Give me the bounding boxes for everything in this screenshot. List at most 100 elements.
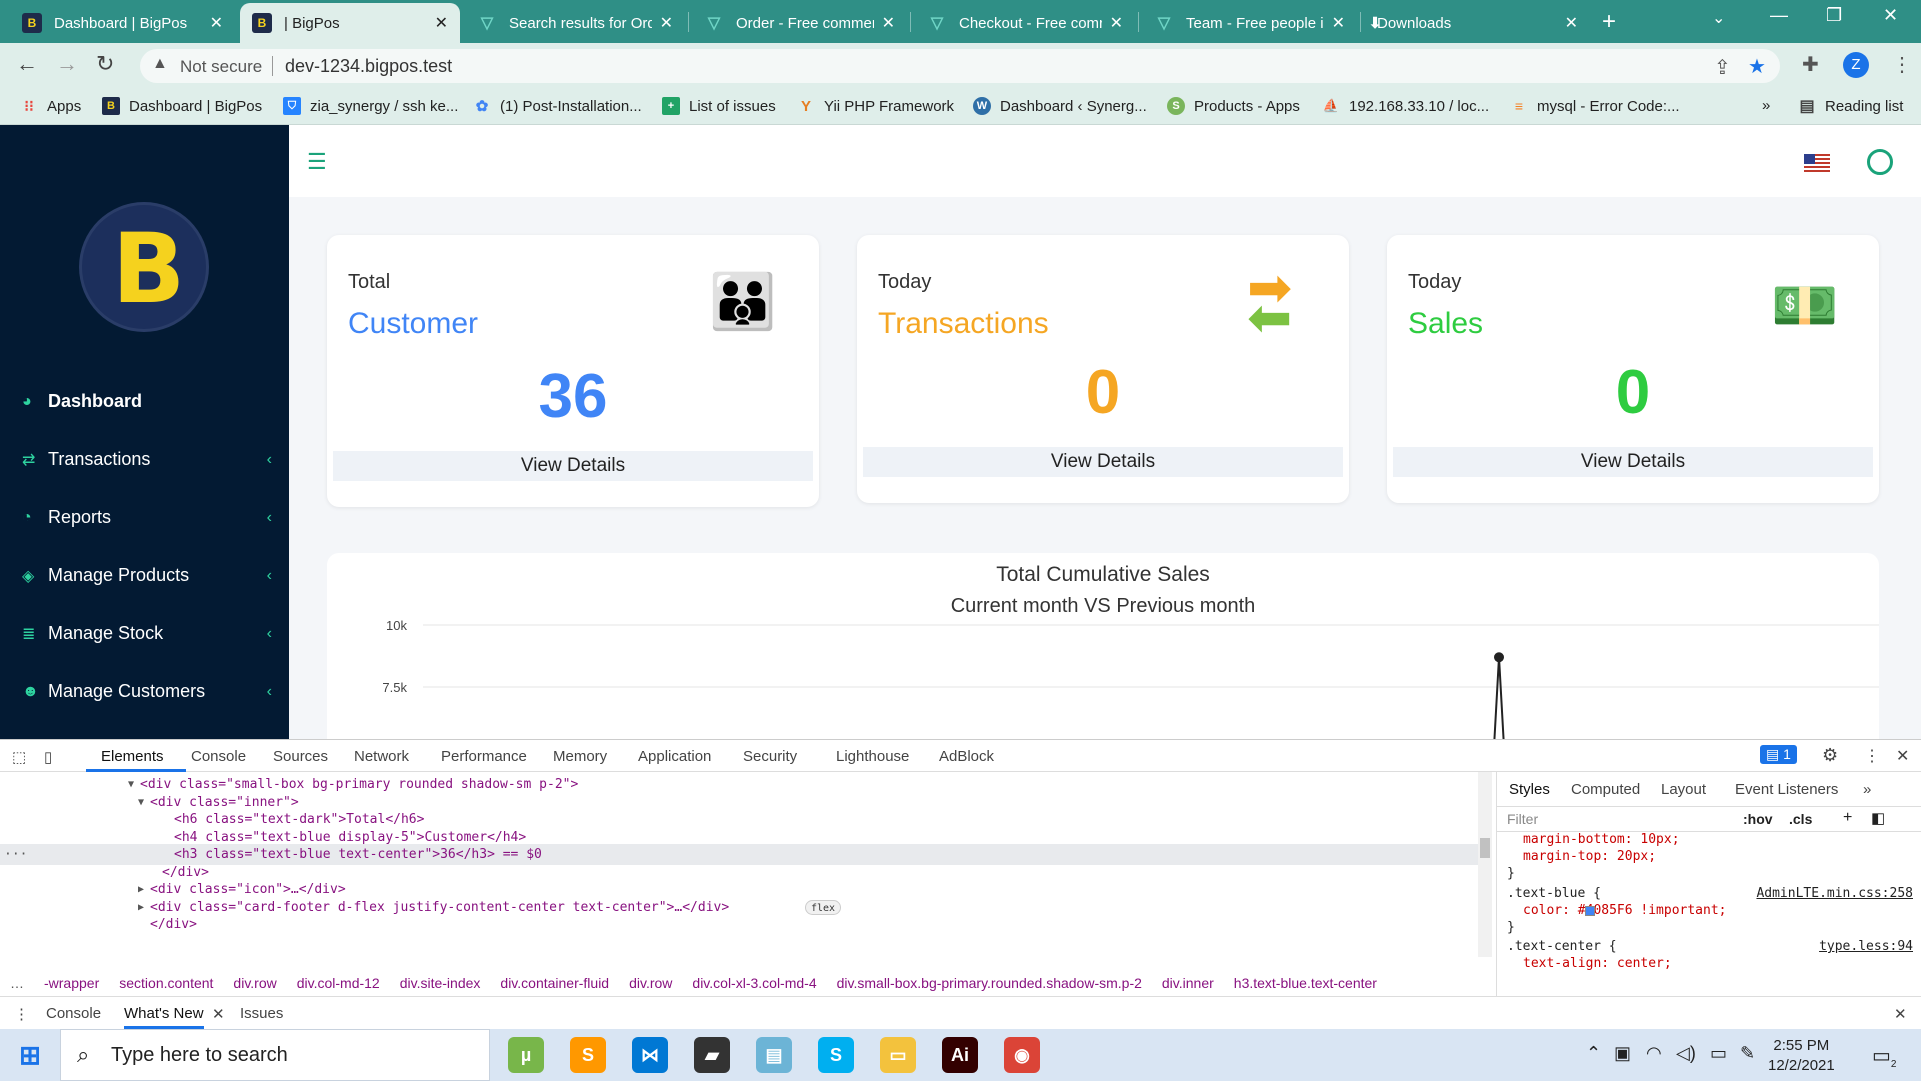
- profile-avatar[interactable]: Z: [1843, 52, 1869, 78]
- new-tab-icon[interactable]: +: [1602, 8, 1616, 36]
- toggle-sidebar-icon[interactable]: ◧: [1871, 809, 1885, 827]
- devtools-tab-elements[interactable]: Elements: [101, 748, 164, 765]
- warning-icon[interactable]: ▲: [152, 55, 168, 73]
- breadcrumb-item[interactable]: div.container-fluid: [500, 975, 609, 991]
- breadcrumb-item[interactable]: -wrapper: [44, 975, 99, 991]
- data-point[interactable]: [1494, 652, 1504, 663]
- tray-chevron-icon[interactable]: ⌃: [1586, 1043, 1601, 1064]
- back-icon[interactable]: ←: [16, 51, 38, 77]
- styles-filter-input[interactable]: Filter :hov .cls + ◧: [1497, 806, 1921, 832]
- devtools-tab-security[interactable]: Security: [743, 748, 797, 765]
- close-icon[interactable]: ✕: [1110, 13, 1123, 33]
- close-icon[interactable]: ✕: [435, 13, 448, 33]
- devtools-tab-adblock[interactable]: AdBlock: [939, 748, 994, 765]
- minimize-icon[interactable]: —: [1770, 5, 1788, 26]
- vscode-icon[interactable]: ⋈: [632, 1037, 668, 1073]
- styles-tab-styles[interactable]: Styles: [1509, 781, 1550, 798]
- devtools-tab-performance[interactable]: Performance: [441, 748, 527, 765]
- bookmark-apps[interactable]: ⁝⁝ Apps: [20, 97, 81, 116]
- device-toolbar-icon[interactable]: ▯: [44, 748, 52, 766]
- network-adapter-icon[interactable]: ▣: [1614, 1043, 1631, 1064]
- devtools-tab-lighthouse[interactable]: Lighthouse: [836, 748, 909, 765]
- tab-order[interactable]: ▽ Order - Free commer ✕: [692, 3, 907, 43]
- devtools-tab-console[interactable]: Console: [191, 748, 246, 765]
- illustrator-icon[interactable]: Ai: [942, 1037, 978, 1073]
- devtools-tab-network[interactable]: Network: [354, 748, 409, 765]
- volume-icon[interactable]: ◁): [1676, 1043, 1696, 1064]
- taskbar-search[interactable]: ⌕ Type here to search: [60, 1029, 490, 1081]
- sidebar-item-manage-customers[interactable]: ☻ Manage Customers ‹: [22, 681, 272, 702]
- drawer-tab-whats-new[interactable]: What's New: [124, 1005, 204, 1029]
- settings-gear-icon[interactable]: ⚙: [1822, 745, 1838, 766]
- bookmark-post-installation[interactable]: ✿ (1) Post-Installation...: [473, 97, 642, 116]
- breadcrumb-item[interactable]: div.site-index: [400, 975, 481, 991]
- stylesheet-source-link[interactable]: type.less:94: [1819, 939, 1913, 954]
- breadcrumb-item[interactable]: div.small-box.bg-primary.rounded.shadow-…: [837, 975, 1142, 991]
- reload-icon[interactable]: ↻: [96, 51, 114, 77]
- battery-icon[interactable]: ▭: [1710, 1043, 1727, 1064]
- devtools-tab-memory[interactable]: Memory: [553, 748, 607, 765]
- hov-button[interactable]: :hov: [1743, 811, 1773, 827]
- drawer-menu-icon[interactable]: ⋮: [14, 1005, 29, 1023]
- windows-start-icon[interactable]: ⊞: [12, 1037, 48, 1073]
- breadcrumb-overflow-icon[interactable]: …: [10, 975, 24, 991]
- bookmark-mysql-error[interactable]: ≡ mysql - Error Code:...: [1510, 97, 1680, 115]
- devtools-close-icon[interactable]: ✕: [1896, 746, 1909, 766]
- utorrent-icon[interactable]: µ: [508, 1037, 544, 1073]
- devtools-menu-icon[interactable]: ⋮: [1864, 746, 1880, 766]
- issues-badge[interactable]: ▤ 1: [1760, 745, 1797, 764]
- close-icon[interactable]: ✕: [210, 13, 223, 33]
- tab-search-results[interactable]: ▽ Search results for Ord ✕: [465, 3, 685, 43]
- sublime-icon[interactable]: S: [570, 1037, 606, 1073]
- share-icon[interactable]: ⇪: [1714, 55, 1731, 80]
- breadcrumb-item[interactable]: div.inner: [1162, 975, 1214, 991]
- css-selector[interactable]: .text-center {: [1507, 939, 1617, 954]
- css-selector[interactable]: }: [1507, 866, 1515, 881]
- styles-tab-computed[interactable]: Computed: [1571, 781, 1640, 798]
- tab-downloads[interactable]: ⬇ Downloads ✕: [1365, 3, 1590, 43]
- sidebar-item-dashboard[interactable]: ◕ Dashboard: [22, 391, 272, 412]
- view-details-button[interactable]: View Details: [863, 447, 1343, 477]
- drawer-tab-issues[interactable]: Issues: [240, 1005, 283, 1022]
- window-close-icon[interactable]: ✕: [1883, 5, 1898, 26]
- close-icon[interactable]: ✕: [212, 1005, 225, 1023]
- styles-tab-event-listeners[interactable]: Event Listeners: [1735, 781, 1838, 798]
- tab-dashboard-bigpos[interactable]: B Dashboard | BigPos ✕: [10, 3, 235, 43]
- pen-icon[interactable]: ✎: [1740, 1043, 1755, 1064]
- dom-tree[interactable]: ▼ <div class="small-box bg-primary rounde…: [0, 772, 1478, 972]
- bookmark-list-of-issues[interactable]: + List of issues: [662, 97, 776, 115]
- security-label[interactable]: Not secure: [180, 57, 262, 77]
- cls-button[interactable]: .cls: [1789, 811, 1812, 827]
- devtools-tab-sources[interactable]: Sources: [273, 748, 328, 765]
- sidebar-item-transactions[interactable]: ⇄ Transactions ‹: [22, 449, 272, 470]
- bookmark-dashboard-synergy[interactable]: W Dashboard ‹ Synerg...: [973, 97, 1147, 115]
- new-rule-plus-icon[interactable]: +: [1843, 809, 1852, 827]
- view-details-button[interactable]: View Details: [333, 451, 813, 481]
- flex-badge[interactable]: flex: [805, 899, 842, 915]
- skype-icon[interactable]: S: [818, 1037, 854, 1073]
- forward-icon[interactable]: →: [56, 51, 78, 77]
- bookmark-star-icon[interactable]: ★: [1748, 54, 1766, 79]
- close-icon[interactable]: ✕: [1332, 13, 1345, 33]
- css-declaration[interactable]: color: #4085F6 !important;: [1523, 903, 1727, 918]
- drawer-tab-console[interactable]: Console: [46, 1005, 101, 1022]
- view-details-button[interactable]: View Details: [1393, 447, 1873, 477]
- scrollbar-thumb[interactable]: [1480, 838, 1490, 858]
- dom-node[interactable]: </div>: [0, 914, 1478, 935]
- maximize-icon[interactable]: ❐: [1826, 5, 1842, 26]
- address-bar[interactable]: ▲ Not secure dev-1234.bigpos.test ⇪ ★: [140, 49, 1780, 83]
- inspect-element-icon[interactable]: ⬚: [12, 748, 26, 766]
- bookmark-yii[interactable]: Y Yii PHP Framework: [797, 97, 954, 115]
- sticky-notes-icon[interactable]: ▰: [694, 1037, 730, 1073]
- notification-icon[interactable]: ▭2: [1872, 1043, 1896, 1070]
- breadcrumb-item[interactable]: section.content: [119, 975, 213, 991]
- bookmark-zia-synergy[interactable]: ⛉ zia_synergy / ssh ke...: [283, 97, 458, 115]
- file-app-icon[interactable]: ▤: [756, 1037, 792, 1073]
- bookmark-dashboard-bigpos[interactable]: B Dashboard | BigPos: [102, 97, 262, 115]
- breadcrumb-item[interactable]: div.col-xl-3.col-md-4: [692, 975, 816, 991]
- sidebar-item-reports[interactable]: ◔ Reports ‹: [22, 507, 272, 528]
- user-account-icon[interactable]: [1867, 149, 1893, 175]
- breadcrumb-item[interactable]: div.col-md-12: [297, 975, 380, 991]
- close-icon[interactable]: ✕: [882, 13, 895, 33]
- bookmark-phpmyadmin[interactable]: ⛵ 192.168.33.10 / loc...: [1322, 97, 1489, 115]
